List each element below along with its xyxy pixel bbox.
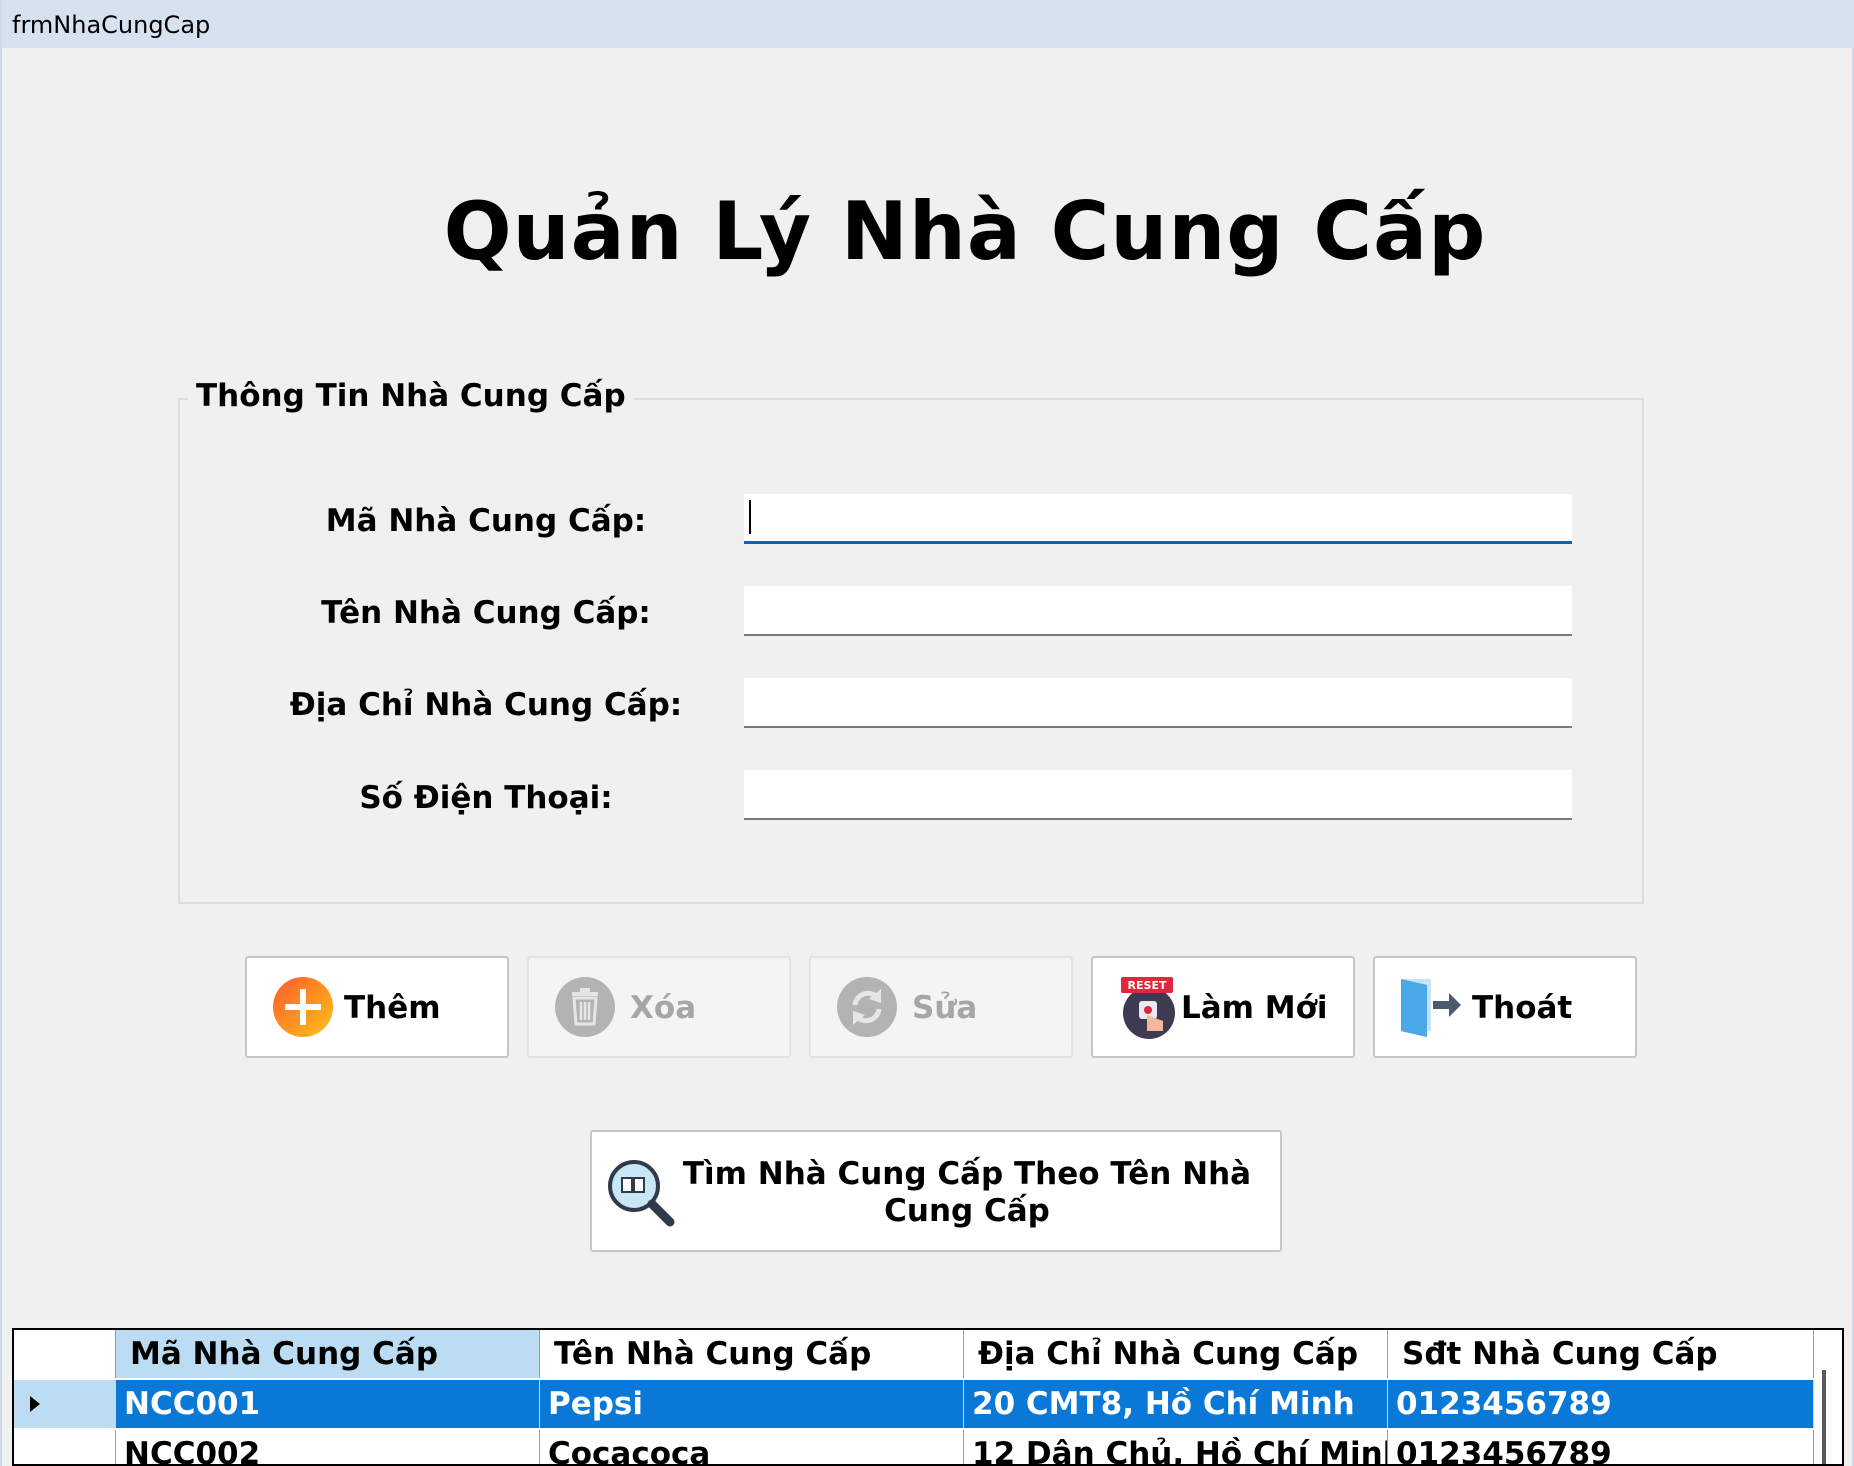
supplier-grid[interactable]: Mã Nhà Cung Cấp Tên Nhà Cung Cấp Địa Chỉ… — [12, 1328, 1844, 1466]
reset-icon: RESET — [1121, 977, 1175, 1039]
trash-icon — [555, 977, 615, 1037]
column-header-supplier-name[interactable]: Tên Nhà Cung Cấp — [540, 1330, 964, 1378]
search-by-name-button[interactable]: Tìm Nhà Cung Cấp Theo Tên Nhà Cung Cấp — [590, 1130, 1282, 1252]
reset-button[interactable]: RESET Làm Mới — [1091, 956, 1355, 1058]
table-row[interactable]: NCC001 Pepsi 20 CMT8, Hồ Chí Minh 012345… — [14, 1380, 1842, 1428]
plus-circle-icon — [273, 977, 333, 1037]
cell-supplier-address[interactable]: 20 CMT8, Hồ Chí Minh — [964, 1380, 1388, 1428]
refresh-icon — [837, 977, 897, 1037]
row-header-corner — [14, 1330, 116, 1378]
delete-button[interactable]: Xóa — [527, 956, 791, 1058]
group-title: Thông Tin Nhà Cung Cấp — [188, 378, 634, 414]
phone-input[interactable] — [744, 770, 1572, 820]
edit-button-label: Sửa — [912, 990, 978, 1026]
cell-supplier-phone[interactable]: 0123456789 — [1388, 1430, 1814, 1464]
main-window: frmNhaCungCap Quản Lý Nhà Cung Cấp Thông… — [0, 0, 1854, 1466]
supplier-id-input[interactable] — [744, 494, 1572, 544]
window-title: frmNhaCungCap — [12, 11, 211, 39]
cell-supplier-name[interactable]: Pepsi — [540, 1380, 964, 1428]
row-header[interactable] — [14, 1430, 116, 1464]
column-header-supplier-phone[interactable]: Sđt Nhà Cung Cấp — [1388, 1330, 1814, 1378]
text-caret — [749, 500, 751, 534]
delete-button-label: Xóa — [630, 990, 697, 1026]
exit-door-icon — [1401, 979, 1461, 1037]
cell-supplier-name[interactable]: Cocacoca — [540, 1430, 964, 1464]
column-header-supplier-address[interactable]: Địa Chỉ Nhà Cung Cấp — [964, 1330, 1388, 1378]
column-header-supplier-id[interactable]: Mã Nhà Cung Cấp — [116, 1330, 540, 1378]
supplier-name-input[interactable] — [744, 586, 1572, 636]
supplier-info-group — [178, 398, 1644, 904]
search-button-label: Tìm Nhà Cung Cấp Theo Tên Nhà Cung Cấp — [682, 1156, 1252, 1229]
edit-button[interactable]: Sửa — [809, 956, 1073, 1058]
grid-header: Mã Nhà Cung Cấp Tên Nhà Cung Cấp Địa Chỉ… — [14, 1330, 1842, 1378]
add-button[interactable]: Thêm — [245, 956, 509, 1058]
title-bar[interactable]: frmNhaCungCap — [2, 0, 1854, 48]
phone-label: Số Điện Thoại: — [359, 780, 613, 816]
cell-supplier-phone[interactable]: 0123456789 — [1388, 1380, 1814, 1428]
cell-supplier-id[interactable]: NCC001 — [116, 1380, 540, 1428]
cell-supplier-id[interactable]: NCC002 — [116, 1430, 540, 1464]
cell-supplier-address[interactable]: 12 Dân Chủ, Hồ Chí Minh — [964, 1430, 1388, 1464]
exit-button[interactable]: Thoát — [1373, 956, 1637, 1058]
row-header[interactable] — [14, 1380, 116, 1428]
reset-button-label: Làm Mới — [1181, 990, 1328, 1026]
supplier-address-input[interactable] — [744, 678, 1572, 728]
add-button-label: Thêm — [344, 990, 441, 1026]
page-title: Quản Lý Nhà Cung Cấp — [443, 185, 1487, 278]
table-row[interactable]: NCC002 Cocacoca 12 Dân Chủ, Hồ Chí Minh … — [14, 1430, 1842, 1464]
current-row-arrow-icon — [30, 1396, 40, 1412]
exit-button-label: Thoát — [1472, 990, 1573, 1026]
vertical-scrollbar[interactable] — [1822, 1370, 1826, 1464]
supplier-id-label: Mã Nhà Cung Cấp: — [325, 503, 647, 539]
supplier-address-label: Địa Chỉ Nhà Cung Cấp: — [289, 687, 683, 723]
supplier-name-label: Tên Nhà Cung Cấp: — [321, 595, 651, 631]
reset-icon-badge: RESET — [1128, 979, 1167, 992]
